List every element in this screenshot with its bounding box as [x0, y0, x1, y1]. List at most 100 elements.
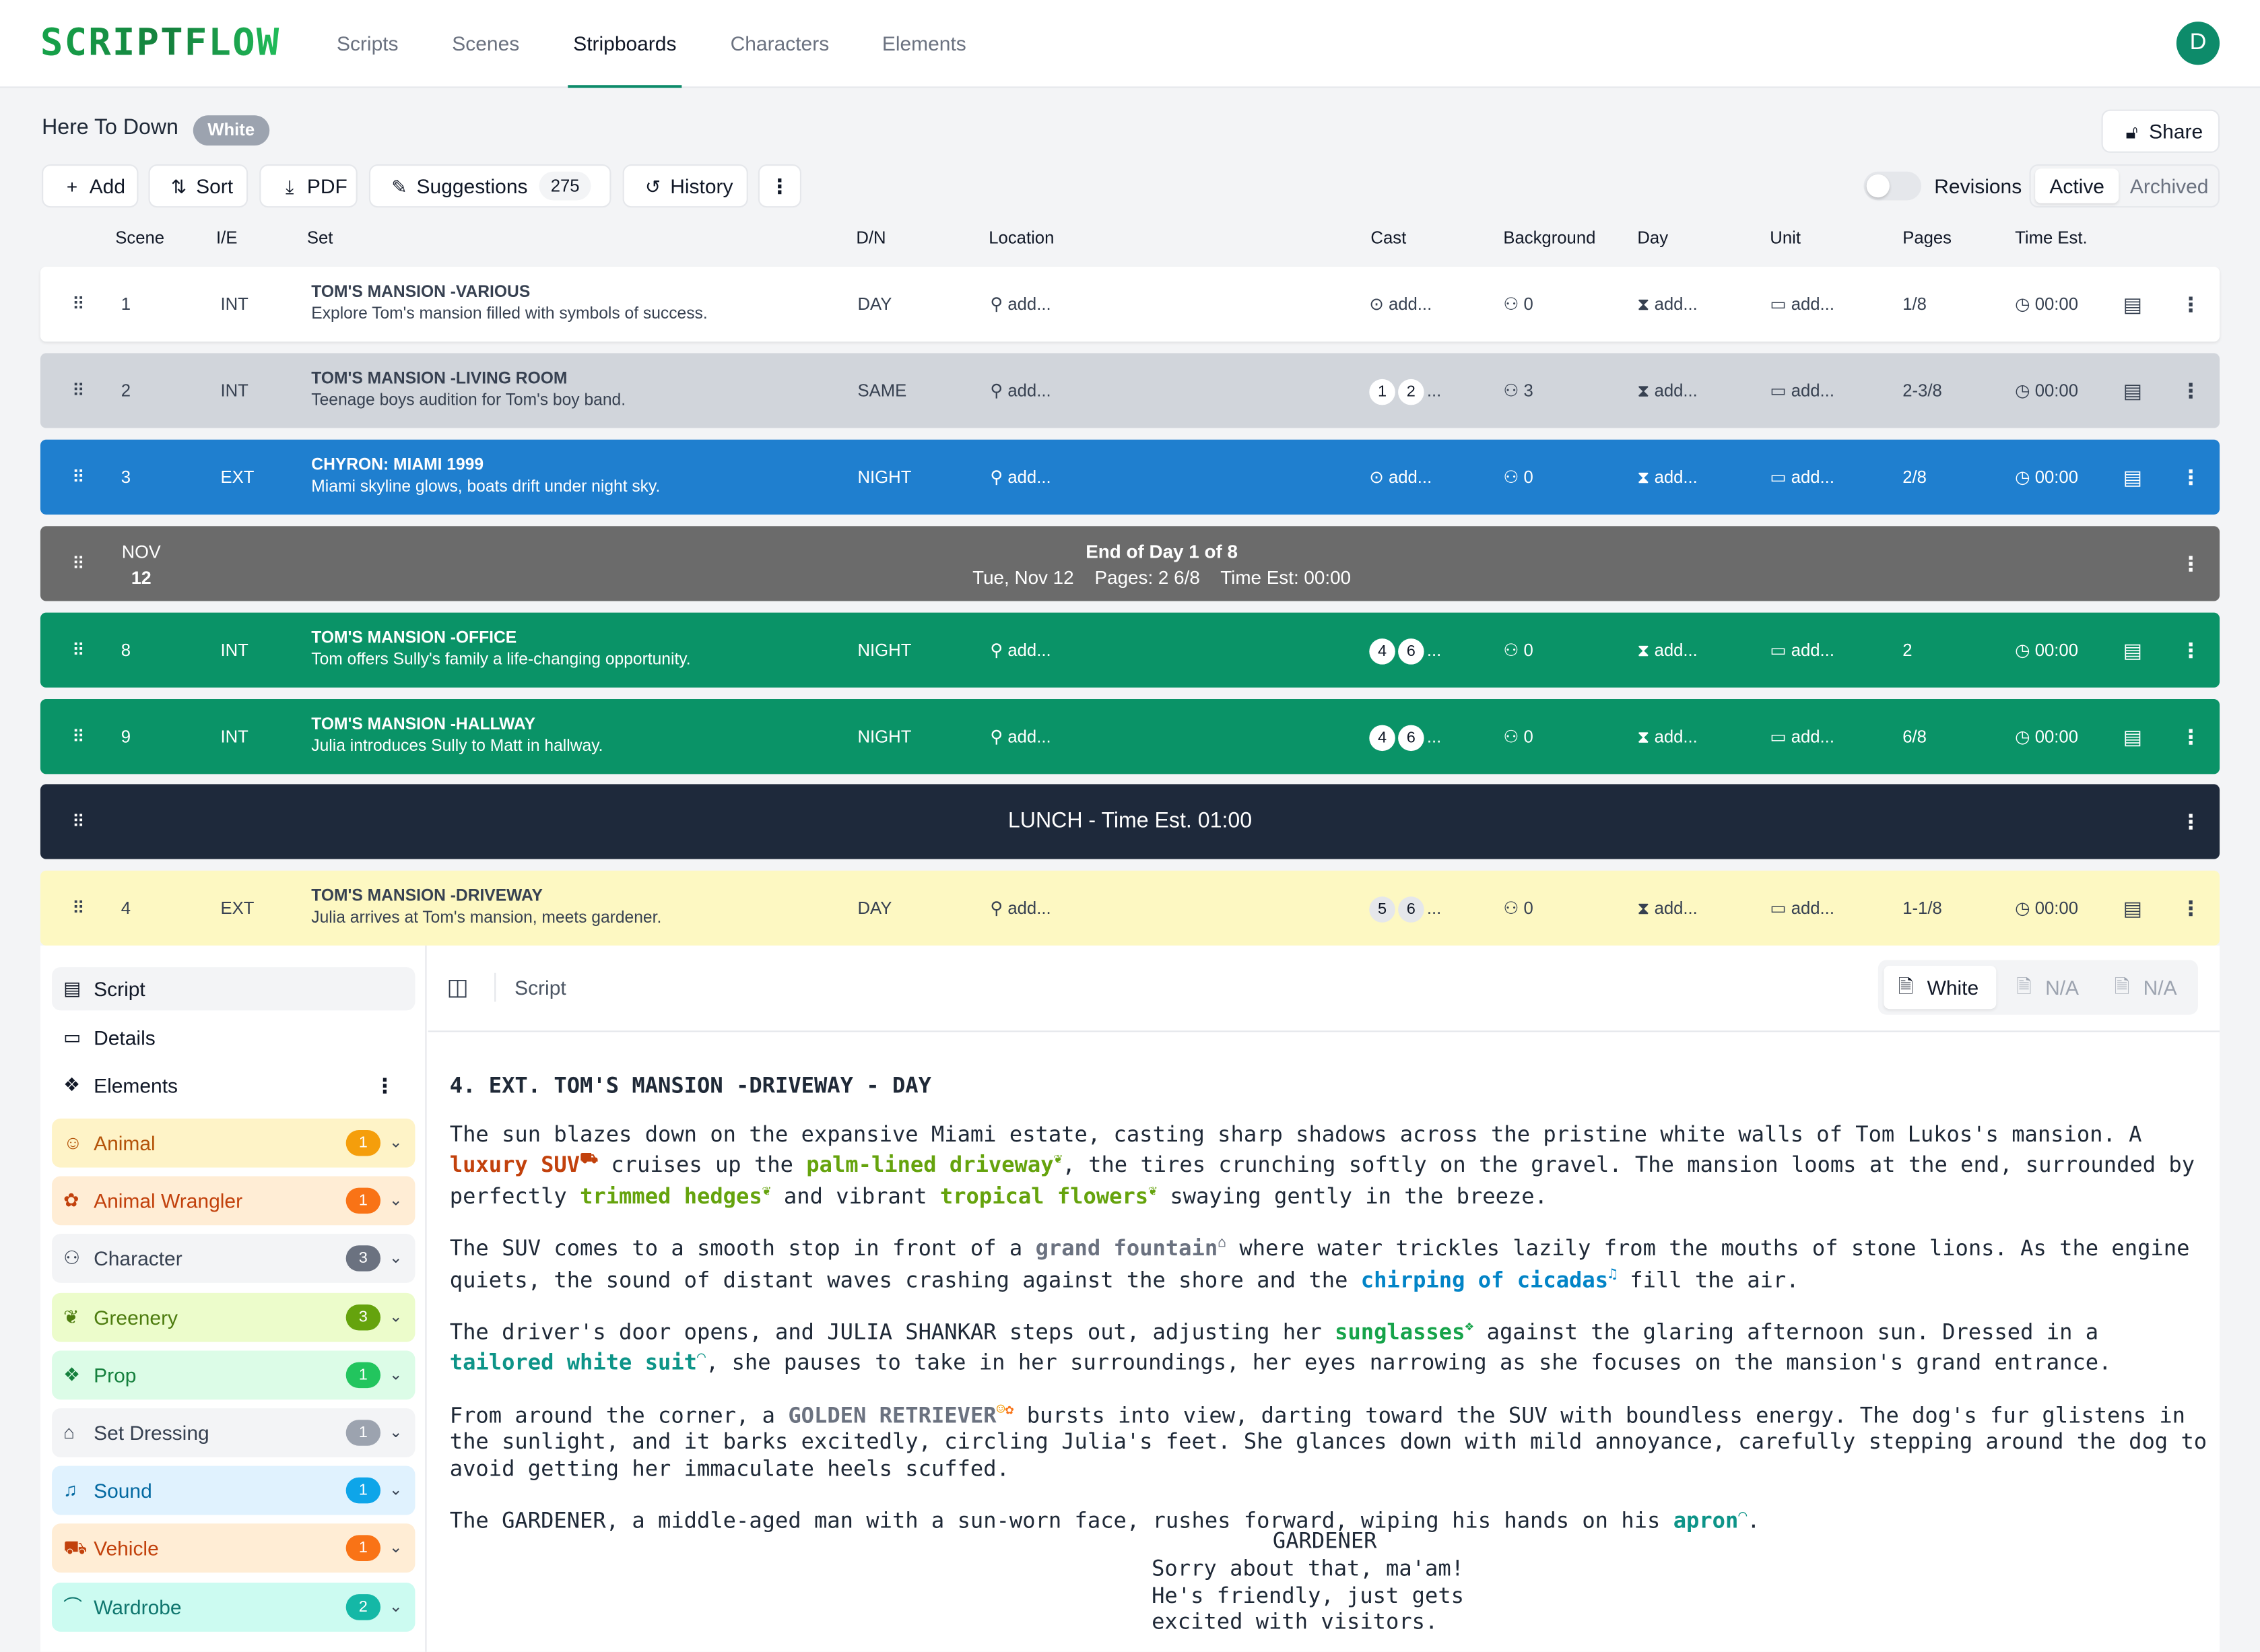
nav-tab-scripts[interactable]: Scripts	[336, 0, 399, 88]
element-prop-tag[interactable]: sunglasses	[1335, 1319, 1465, 1345]
cast-member-chip[interactable]: 4	[1369, 725, 1395, 751]
cast-member-chip[interactable]: 6	[1398, 725, 1424, 751]
location-cell[interactable]: ⚲ add...	[990, 353, 1051, 428]
element-greenery-tag[interactable]: palm-lined driveway	[806, 1152, 1053, 1179]
drag-handle-icon[interactable]: ⠿	[72, 353, 85, 428]
chevron-down-icon[interactable]: ⌄	[389, 1408, 403, 1457]
script-page-icon[interactable]: ▤	[2123, 613, 2142, 688]
time-estimate-cell[interactable]: ◷ 00:00	[2015, 440, 2078, 515]
column-header-pages[interactable]: Pages	[1902, 228, 1952, 248]
unit-cell[interactable]: ▭ add...	[1770, 353, 1834, 428]
nav-tab-elements[interactable]: Elements	[882, 0, 966, 88]
element-category-greenery[interactable]: ❦ Greenery 3 ⌄	[52, 1292, 416, 1342]
cast-cell[interactable]: 4 6...	[1369, 699, 1441, 774]
row-menu-icon[interactable]: ⋮	[2181, 353, 2201, 428]
revisions-toggle[interactable]	[1863, 171, 1922, 201]
element-greenery-tag[interactable]: tropical flowers	[940, 1183, 1148, 1210]
drag-handle-icon[interactable]: ⠿	[72, 440, 85, 515]
element-category-animal-wrangler[interactable]: ✿ Animal Wrangler 1 ⌄	[52, 1176, 416, 1226]
time-estimate-cell[interactable]: ◷ 00:00	[2015, 871, 2078, 946]
column-header-day[interactable]: Day	[1637, 228, 1668, 248]
background-cell[interactable]: ⚇ 0	[1503, 613, 1533, 688]
history-button[interactable]: ↺ History	[622, 164, 748, 208]
more-options-button[interactable]: ⋮	[758, 164, 802, 208]
script-page-icon[interactable]: ▤	[2123, 871, 2142, 946]
drag-handle-icon[interactable]: ⠿	[72, 526, 85, 601]
element-set-dressing-tag[interactable]: grand fountain	[1036, 1235, 1218, 1261]
column-header-unit[interactable]: Unit	[1770, 228, 1801, 248]
row-menu-icon[interactable]: ⋮	[2181, 699, 2201, 774]
revision-white-option[interactable]: 🗎︎ White	[1884, 966, 1997, 1010]
script-page-icon[interactable]: ▤	[2123, 353, 2142, 428]
column-header-ie[interactable]: I/E	[216, 228, 237, 248]
time-estimate-cell[interactable]: ◷ 00:00	[2015, 267, 2078, 341]
element-category-animal[interactable]: ☺ Animal 1 ⌄	[52, 1118, 416, 1168]
unit-cell[interactable]: ▭ add...	[1770, 440, 1834, 515]
sort-button[interactable]: ⇅ Sort	[148, 164, 248, 208]
unit-cell[interactable]: ▭ add...	[1770, 871, 1834, 946]
location-cell[interactable]: ⚲ add...	[990, 440, 1051, 515]
revision-option-2[interactable]: 🗎︎ N/A	[2002, 966, 2097, 1009]
strip-row[interactable]: ⠿ 9 INT TOM'S MANSION -HALLWAY Julia int…	[40, 699, 2220, 774]
elements-menu-icon[interactable]: ⋮	[374, 1064, 395, 1107]
cast-cell[interactable]: ⊙ add...	[1369, 440, 1432, 515]
suggestions-button[interactable]: ✎ Suggestions 275	[368, 164, 611, 208]
row-menu-icon[interactable]: ⋮	[2181, 440, 2201, 515]
cast-cell[interactable]: 5 6...	[1369, 871, 1441, 946]
strip-row[interactable]: ⠿ 3 EXT CHYRON: MIAMI 1999 Miami skyline…	[40, 439, 2220, 515]
nav-tab-characters[interactable]: Characters	[729, 0, 830, 88]
column-header-dn[interactable]: D/N	[856, 228, 886, 248]
element-category-vehicle[interactable]: ⛟ Vehicle 1 ⌄	[52, 1524, 416, 1573]
nav-tab-stripboards[interactable]: Stripboards	[568, 0, 682, 88]
day-break-row[interactable]: ⠿ NOV 12 End of Day 1 of 8 Tue, Nov 12 P…	[40, 526, 2220, 601]
cast-cell[interactable]: 1 2...	[1369, 353, 1441, 428]
scriptflow-logo[interactable]: SCRIPTFLOW	[40, 23, 297, 63]
chevron-down-icon[interactable]: ⌄	[389, 1292, 403, 1342]
cast-member-chip[interactable]: 6	[1398, 638, 1424, 665]
element-wardrobe-tag[interactable]: tailored white suit	[450, 1350, 697, 1376]
strip-row[interactable]: ⠿ 2 INT TOM'S MANSION -LIVING ROOM Teena…	[40, 353, 2220, 428]
unit-cell[interactable]: ▭ add...	[1770, 267, 1834, 341]
element-category-set-dressing[interactable]: ⌂ Set Dressing 1 ⌄	[52, 1408, 416, 1457]
time-estimate-cell[interactable]: ◷ 00:00	[2015, 613, 2078, 688]
cast-member-chip[interactable]: 5	[1369, 896, 1395, 923]
chevron-down-icon[interactable]: ⌄	[389, 1119, 403, 1168]
location-cell[interactable]: ⚲ add...	[990, 699, 1051, 774]
cast-cell[interactable]: 4 6...	[1369, 613, 1441, 688]
sidebar-item-details[interactable]: ▭ Details	[52, 1016, 415, 1059]
sidebar-toggle-icon[interactable]: ◫	[446, 973, 468, 1002]
nav-tab-scenes[interactable]: Scenes	[451, 0, 521, 88]
script-page-icon[interactable]: ▤	[2123, 440, 2142, 515]
drag-handle-icon[interactable]: ⠿	[72, 613, 85, 688]
script-page-icon[interactable]: ▤	[2123, 699, 2142, 774]
day-cell[interactable]: ⧗ add...	[1637, 699, 1697, 774]
row-menu-icon[interactable]: ⋮	[2181, 784, 2201, 859]
background-cell[interactable]: ⚇ 0	[1503, 871, 1533, 946]
row-menu-icon[interactable]: ⋮	[2181, 267, 2201, 341]
share-button[interactable]: 🔓︎ Share	[2101, 109, 2220, 153]
strip-row[interactable]: ⠿ 8 INT TOM'S MANSION -OFFICE Tom offers…	[40, 612, 2220, 688]
user-avatar[interactable]: D	[2176, 22, 2220, 65]
element-category-prop[interactable]: ❖ Prop 1 ⌄	[52, 1350, 416, 1399]
column-header-scene[interactable]: Scene	[115, 228, 164, 248]
cast-cell[interactable]: ⊙ add...	[1369, 267, 1432, 341]
time-estimate-cell[interactable]: ◷ 00:00	[2015, 353, 2078, 428]
cast-member-chip[interactable]: 2	[1398, 378, 1424, 405]
pdf-button[interactable]: ⤓ PDF	[259, 164, 358, 208]
strip-row[interactable]: ⠿ 4 EXT TOM'S MANSION -DRIVEWAY Julia ar…	[40, 870, 2220, 946]
cast-member-chip[interactable]: 1	[1369, 378, 1395, 405]
location-cell[interactable]: ⚲ add...	[990, 871, 1051, 946]
chevron-down-icon[interactable]: ⌄	[389, 1234, 403, 1284]
background-cell[interactable]: ⚇ 3	[1503, 353, 1533, 428]
add-button[interactable]: + Add	[42, 164, 139, 208]
chevron-down-icon[interactable]: ⌄	[389, 1177, 403, 1226]
element-category-sound[interactable]: ♫ Sound 1 ⌄	[52, 1466, 416, 1515]
element-animal-tag[interactable]: GOLDEN RETRIEVER	[788, 1402, 996, 1428]
background-cell[interactable]: ⚇ 0	[1503, 440, 1533, 515]
column-header-cast[interactable]: Cast	[1370, 228, 1406, 248]
active-tab[interactable]: Active	[2035, 168, 2119, 203]
row-menu-icon[interactable]: ⋮	[2181, 871, 2201, 946]
cast-member-chip[interactable]: 4	[1369, 638, 1395, 665]
archived-tab[interactable]: Archived	[2120, 166, 2218, 206]
chevron-down-icon[interactable]: ⌄	[389, 1350, 403, 1399]
